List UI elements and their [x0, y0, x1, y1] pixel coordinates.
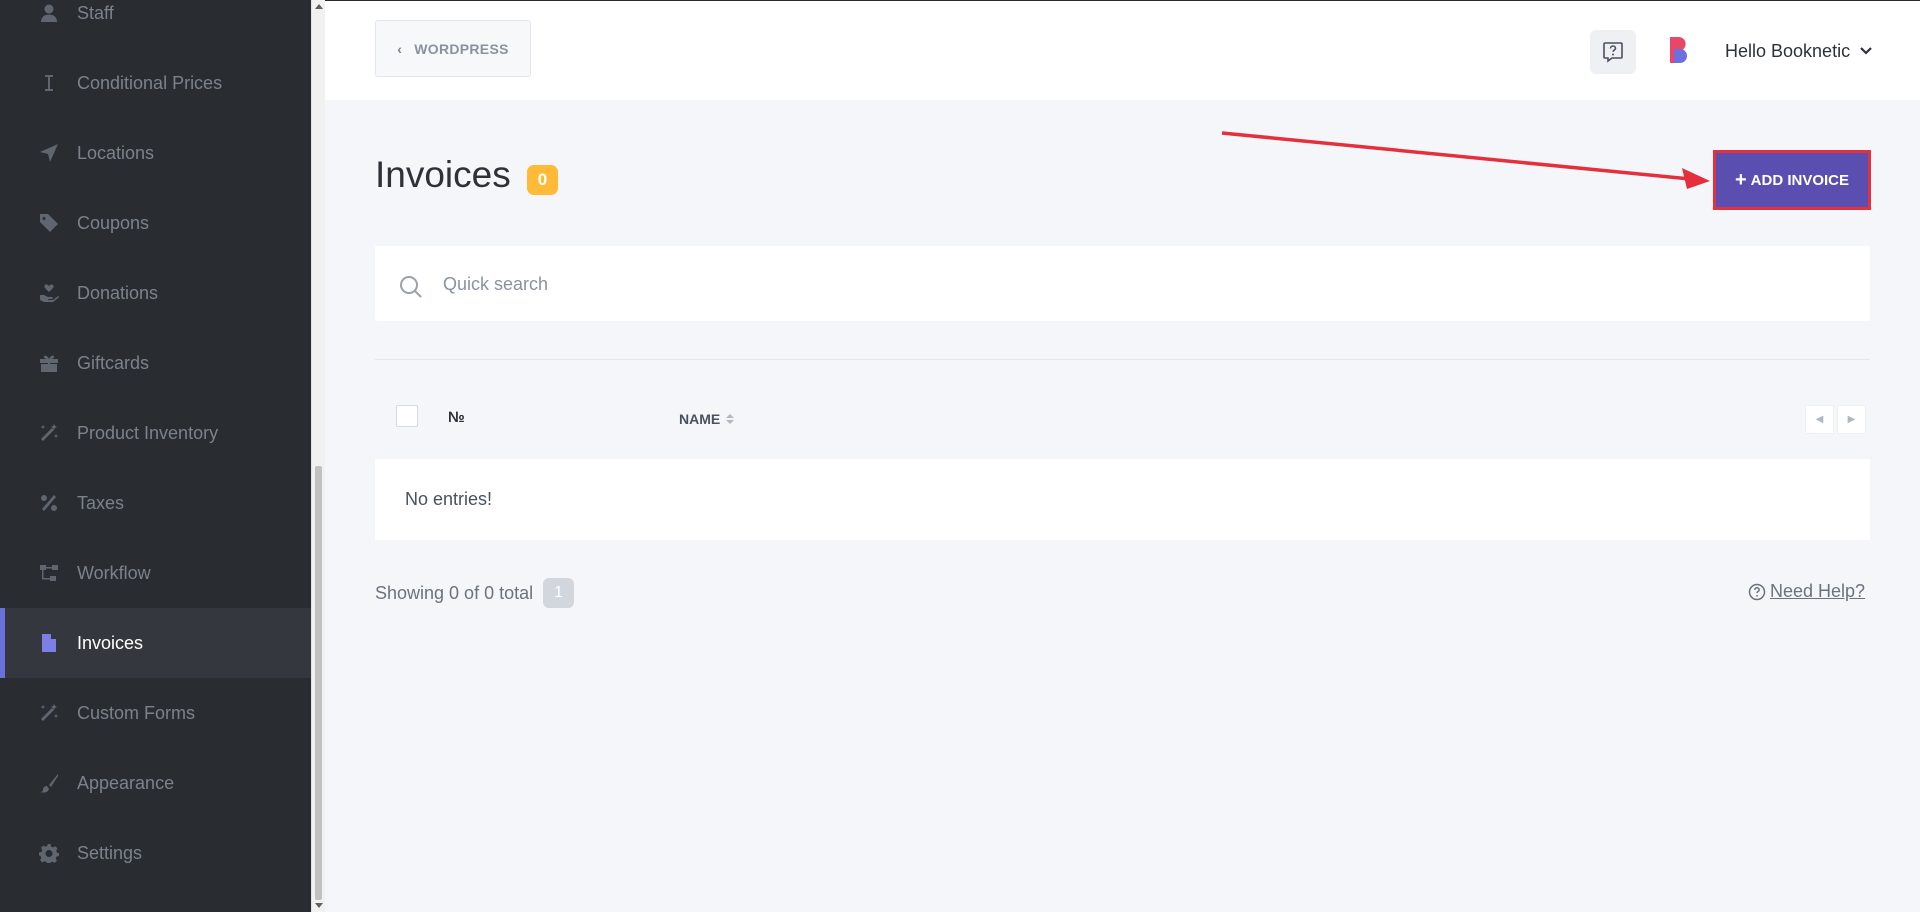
- quick-search-input[interactable]: [443, 264, 1823, 304]
- sidebar-item-label: Product Inventory: [77, 422, 219, 443]
- scroll-right-button[interactable]: ▶: [1837, 405, 1866, 434]
- page-number-button[interactable]: 1: [543, 578, 575, 608]
- user-icon: [38, 2, 60, 24]
- sidebar-item-label: Invoices: [77, 632, 144, 653]
- pagination-info: Showing 0 of 0 total 1: [375, 578, 575, 608]
- question-circle-icon: [1748, 583, 1766, 600]
- back-to-wordpress-button[interactable]: ‹ WORDPRESS: [375, 20, 531, 77]
- sidebar-item-giftcards[interactable]: Giftcards: [0, 328, 311, 398]
- need-help-link[interactable]: Need Help?: [1748, 581, 1865, 602]
- sidebar-item-label: Custom Forms: [77, 702, 196, 723]
- scrollbar-thumb[interactable]: [315, 466, 322, 900]
- hand-holding-heart-icon: [38, 282, 60, 304]
- paint-brush-icon: [38, 772, 60, 794]
- chevron-left-icon: ‹: [397, 40, 403, 57]
- showing-text: Showing 0 of 0 total: [375, 582, 534, 603]
- sidebar-item-product-inventory[interactable]: Product Inventory: [0, 398, 311, 468]
- support-chat-button[interactable]: [1590, 30, 1636, 74]
- sidebar-item-label: Settings: [77, 842, 143, 863]
- sidebar-item-label: Taxes: [77, 492, 125, 513]
- table-header: № NAME ◀ ▶: [375, 395, 1870, 445]
- sidebar-item-label: Conditional Prices: [77, 72, 223, 93]
- booknetic-logo: [1668, 35, 1692, 65]
- sidebar-item-label: Donations: [77, 282, 159, 303]
- plus-icon: +: [1734, 169, 1747, 191]
- divider: [375, 359, 1870, 360]
- sidebar-item-coupons[interactable]: Coupons: [0, 188, 311, 258]
- sidebar-item-taxes[interactable]: Taxes: [0, 468, 311, 538]
- add-invoice-label: ADD INVOICE: [1750, 171, 1850, 189]
- user-menu[interactable]: Hello Booknetic: [1725, 39, 1872, 63]
- sidebar-item-donations[interactable]: Donations: [0, 258, 311, 328]
- need-help-label: Need Help?: [1770, 581, 1866, 601]
- sidebar-item-label: Locations: [77, 142, 155, 163]
- search-icon: [400, 276, 422, 298]
- annotation-arrow: [1221, 131, 1710, 189]
- scroll-down-arrow-icon[interactable]: [315, 903, 323, 908]
- sidebar: Staff Conditional Prices Locations Coupo…: [0, 0, 311, 912]
- percent-icon: [38, 492, 60, 514]
- page-title: Invoices: [375, 154, 511, 195]
- sidebar-item-settings[interactable]: Settings: [0, 818, 311, 888]
- sidebar-item-label: Giftcards: [77, 352, 150, 373]
- sidebar-scrollbar[interactable]: [311, 0, 325, 912]
- sidebar-item-staff[interactable]: Staff: [0, 0, 311, 48]
- empty-message: No entries!: [405, 489, 493, 509]
- column-header-name-label: NAME: [679, 411, 721, 427]
- question-message-icon: [1603, 42, 1623, 63]
- quick-search-bar: [375, 246, 1870, 321]
- sidebar-item-label: Staff: [77, 2, 114, 23]
- chevron-down-icon: [1860, 47, 1872, 55]
- back-button-label: WORDPRESS: [414, 40, 509, 57]
- file-invoice-icon: [38, 632, 60, 654]
- tag-icon: [38, 212, 60, 234]
- gift-icon: [38, 352, 60, 374]
- add-invoice-button[interactable]: + ADD INVOICE: [1713, 150, 1871, 210]
- sidebar-item-invoices[interactable]: Invoices: [0, 608, 311, 678]
- scroll-left-button[interactable]: ◀: [1805, 405, 1834, 434]
- sidebar-item-custom-forms[interactable]: Custom Forms: [0, 678, 311, 748]
- active-indicator: [0, 608, 5, 678]
- sidebar-item-label: Appearance: [77, 772, 175, 793]
- sidebar-item-appearance[interactable]: Appearance: [0, 748, 311, 818]
- column-header-number: №: [448, 409, 465, 426]
- location-arrow-icon: [38, 142, 60, 164]
- sidebar-item-label: Coupons: [77, 212, 150, 233]
- select-all-checkbox[interactable]: [396, 405, 418, 427]
- text-cursor-icon: [38, 72, 60, 94]
- table-empty-row: No entries!: [375, 459, 1870, 540]
- magic-wand-icon: [38, 702, 60, 724]
- top-bar: ‹ WORDPRESS Hello Booknetic: [325, 0, 1920, 100]
- scroll-up-arrow-icon[interactable]: [315, 4, 323, 9]
- sidebar-item-locations[interactable]: Locations: [0, 118, 311, 188]
- user-greeting: Hello Booknetic: [1725, 40, 1851, 61]
- sort-icon: [726, 414, 735, 424]
- gear-icon: [38, 842, 60, 864]
- sidebar-item-conditional-prices[interactable]: Conditional Prices: [0, 48, 311, 118]
- column-header-name[interactable]: NAME: [679, 411, 735, 427]
- invoice-count-badge: 0: [527, 165, 558, 195]
- magic-wand-icon: [38, 422, 60, 444]
- sidebar-item-label: Workflow: [77, 562, 151, 583]
- workflow-icon: [38, 562, 60, 584]
- sidebar-item-workflow[interactable]: Workflow: [0, 538, 311, 608]
